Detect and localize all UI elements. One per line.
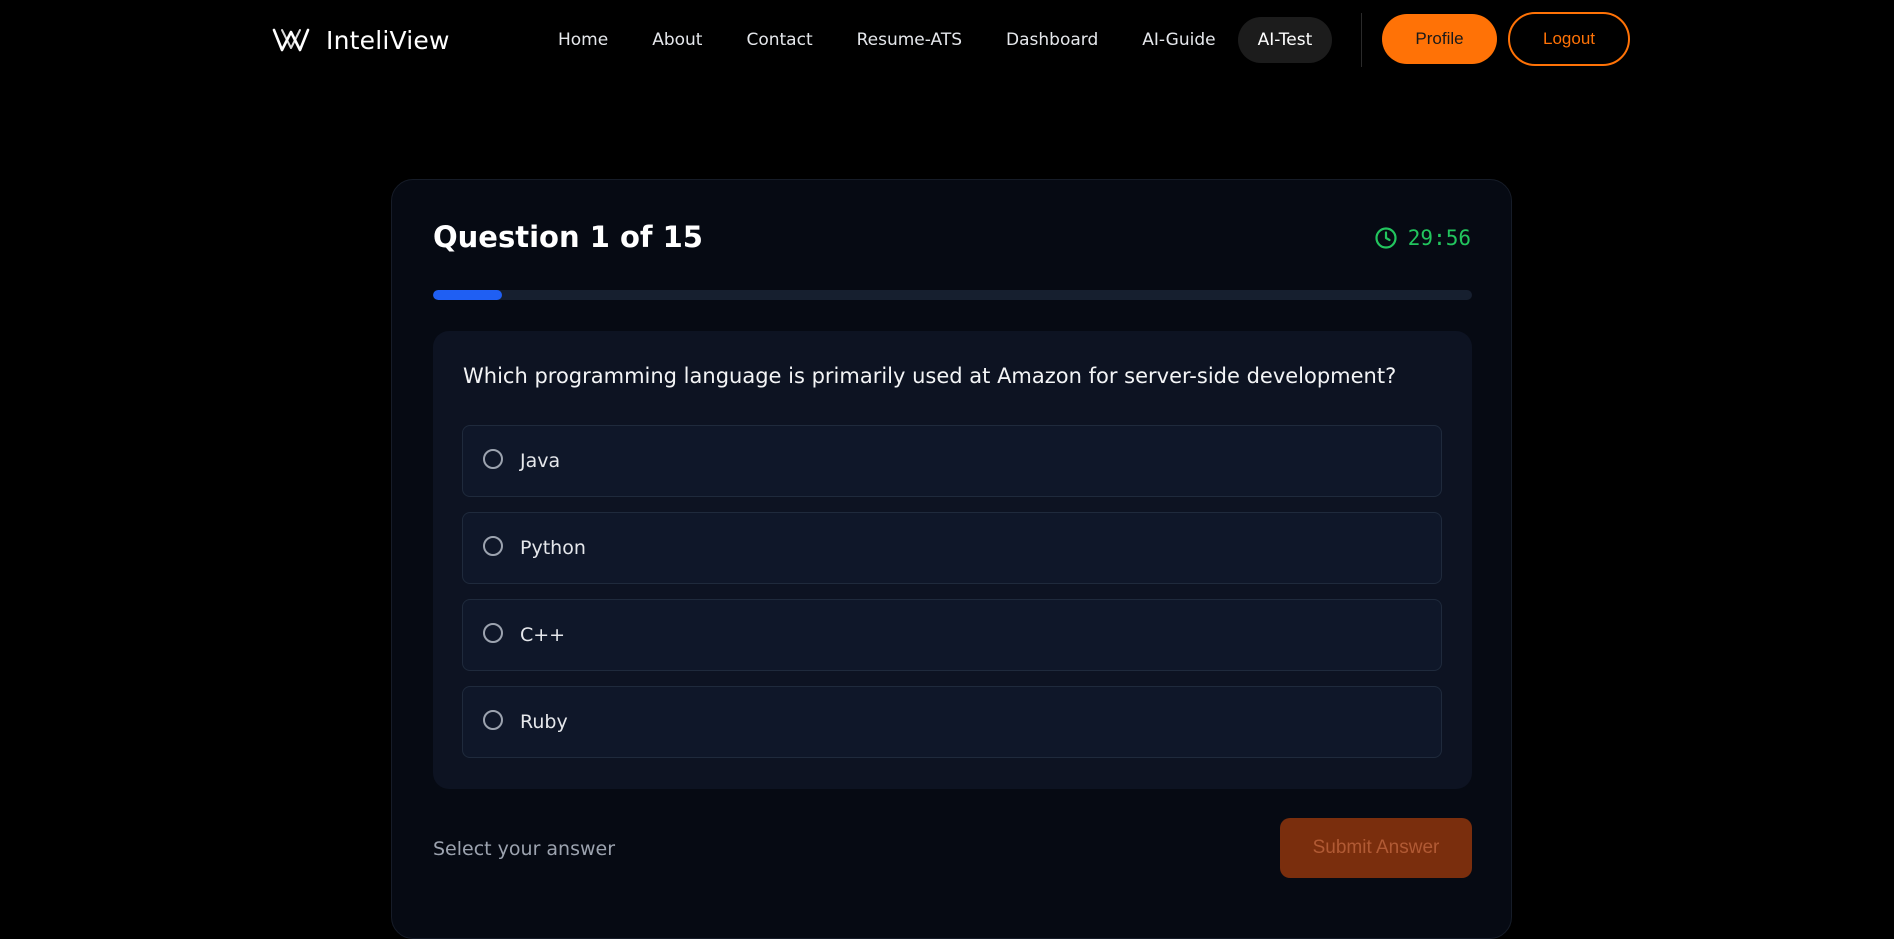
brand[interactable]: InteliView	[272, 22, 450, 58]
radio-unchecked-icon[interactable]	[483, 710, 503, 730]
question-text: Which programming language is primarily …	[463, 364, 1397, 388]
option-label: Python	[520, 537, 586, 559]
radio-unchecked-icon[interactable]	[483, 536, 503, 556]
radio-unchecked-icon[interactable]	[483, 449, 503, 469]
answer-options: Java Python C++ Ruby	[462, 425, 1442, 773]
nav-link-about[interactable]: About	[630, 17, 724, 63]
answer-hint: Select your answer	[433, 838, 616, 860]
logout-button[interactable]: Logout	[1508, 12, 1630, 66]
inteliview-logo-icon	[272, 28, 310, 52]
nav-links: Home About Contact Resume-ATS Dashboard …	[536, 17, 1333, 63]
option-label: C++	[520, 624, 566, 646]
progress-bar	[433, 290, 1472, 300]
nav-link-resume-ats[interactable]: Resume-ATS	[835, 17, 984, 63]
option-python[interactable]: Python	[462, 512, 1442, 584]
quiz-card: Question 1 of 15 29:56 Which programming…	[391, 179, 1512, 939]
timer: 29:56	[1374, 226, 1471, 250]
option-ruby[interactable]: Ruby	[462, 686, 1442, 758]
submit-answer-button[interactable]: Submit Answer	[1280, 818, 1472, 878]
nav-link-ai-guide[interactable]: AI-Guide	[1120, 17, 1237, 63]
nav-link-ai-test[interactable]: AI-Test	[1237, 17, 1333, 63]
nav-divider	[1361, 13, 1362, 67]
option-cpp[interactable]: C++	[462, 599, 1442, 671]
question-counter: Question 1 of 15	[433, 220, 703, 254]
question-panel: Which programming language is primarily …	[433, 331, 1472, 789]
clock-icon	[1375, 227, 1397, 249]
nav-link-home[interactable]: Home	[536, 17, 630, 63]
navbar: InteliView Home About Contact Resume-ATS…	[0, 0, 1894, 80]
nav-link-dashboard[interactable]: Dashboard	[984, 17, 1120, 63]
nav-link-contact[interactable]: Contact	[724, 17, 834, 63]
brand-name: InteliView	[326, 25, 450, 55]
progress-fill	[433, 290, 503, 300]
option-label: Java	[520, 450, 561, 472]
radio-unchecked-icon[interactable]	[483, 623, 503, 643]
profile-button[interactable]: Profile	[1382, 14, 1497, 64]
option-java[interactable]: Java	[462, 425, 1442, 497]
option-label: Ruby	[520, 711, 568, 733]
timer-value: 29:56	[1407, 226, 1471, 250]
